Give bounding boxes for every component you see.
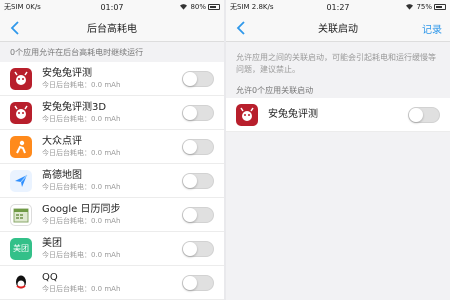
app-list: 安兔兔评测 今日后台耗电：0.0 mAh 安兔兔评测3D 今日后台耗电：0.0 … (0, 62, 224, 300)
associated-launch-screen: 无SIM 2.8K/s 01:27 75% 关联启动 记录 允许应用之间的关联启… (226, 0, 450, 300)
status-bar: 无SIM 2.8K/s 01:27 75% (226, 0, 450, 14)
meituan-icon: 美团 (10, 237, 32, 260)
list-item: Google 日历同步 今日后台耗电：0.0 mAh (0, 198, 224, 232)
wifi-icon (405, 3, 414, 12)
battery-percent: 75% (416, 3, 432, 11)
section-label: 允许0个应用关联启动 (236, 86, 314, 95)
app-toggle[interactable] (182, 173, 214, 189)
page-title: 后台高耗电 (87, 24, 137, 35)
background-power-screen: 无SIM 0K/s 01:07 80% 后台高耗电 0个应用允许在后台高耗电时继… (0, 0, 224, 300)
toggle-knob (183, 174, 197, 188)
app-toggle[interactable] (182, 275, 214, 291)
toggle-knob (183, 242, 197, 256)
list-item: 美团 美团 今日后台耗电：0.0 mAh (0, 232, 224, 266)
battery-percent: 80% (190, 3, 206, 11)
status-bar: 无SIM 0K/s 01:07 80% (0, 0, 224, 14)
qq-icon (10, 271, 32, 294)
app-toggle[interactable] (182, 105, 214, 121)
carrier-text: 无SIM 2.8K/s (230, 3, 274, 11)
toggle-knob (409, 108, 423, 122)
section-label: 0个应用允许在后台高耗电时继续运行 (10, 48, 144, 57)
back-button[interactable] (232, 18, 250, 38)
toggle-knob (183, 106, 197, 120)
app-toggle[interactable] (408, 107, 440, 123)
back-button[interactable] (6, 18, 24, 38)
clock-text: 01:27 (326, 2, 350, 12)
antutu-3d-icon (10, 101, 32, 124)
wifi-icon (179, 3, 188, 12)
list-item: 安兔兔评测3D 今日后台耗电：0.0 mAh (0, 96, 224, 130)
screens-container: 无SIM 0K/s 01:07 80% 后台高耗电 0个应用允许在后台高耗电时继… (0, 0, 450, 300)
clock-text: 01:07 (100, 2, 124, 12)
antutu-icon (10, 67, 32, 90)
google-calendar-icon (10, 203, 32, 226)
toggle-knob (183, 276, 197, 290)
toggle-knob (183, 208, 197, 222)
records-button[interactable]: 记录 (422, 21, 442, 36)
carrier-text: 无SIM 0K/s (4, 3, 41, 11)
list-item: 高德地图 今日后台耗电：0.0 mAh (0, 164, 224, 198)
app-list: 安兔兔评测 (226, 98, 450, 132)
nav-bar: 后台高耗电 (0, 14, 224, 42)
app-toggle[interactable] (182, 139, 214, 155)
description-text: 允许应用之间的关联启动，可能会引起耗电和运行缓慢等问题，建议禁止。 (236, 53, 436, 74)
toggle-knob (183, 140, 197, 154)
battery-icon (434, 4, 446, 10)
status-right: 80% (148, 3, 220, 12)
app-toggle[interactable] (182, 207, 214, 223)
list-item: 大众点评 今日后台耗电：0.0 mAh (0, 130, 224, 164)
app-toggle[interactable] (182, 241, 214, 257)
battery-icon (208, 4, 220, 10)
amap-icon (10, 169, 32, 192)
list-item: QQ 今日后台耗电：0.0 mAh (0, 266, 224, 300)
dianping-icon (10, 135, 32, 158)
app-toggle[interactable] (182, 71, 214, 87)
toggle-knob (183, 72, 197, 86)
nav-bar: 关联启动 记录 (226, 14, 450, 42)
list-item: 安兔兔评测 今日后台耗电：0.0 mAh (0, 62, 224, 96)
antutu-icon (236, 103, 258, 126)
list-item: 安兔兔评测 (226, 98, 450, 132)
status-right: 75% (374, 3, 446, 12)
page-title: 关联启动 (318, 24, 358, 35)
